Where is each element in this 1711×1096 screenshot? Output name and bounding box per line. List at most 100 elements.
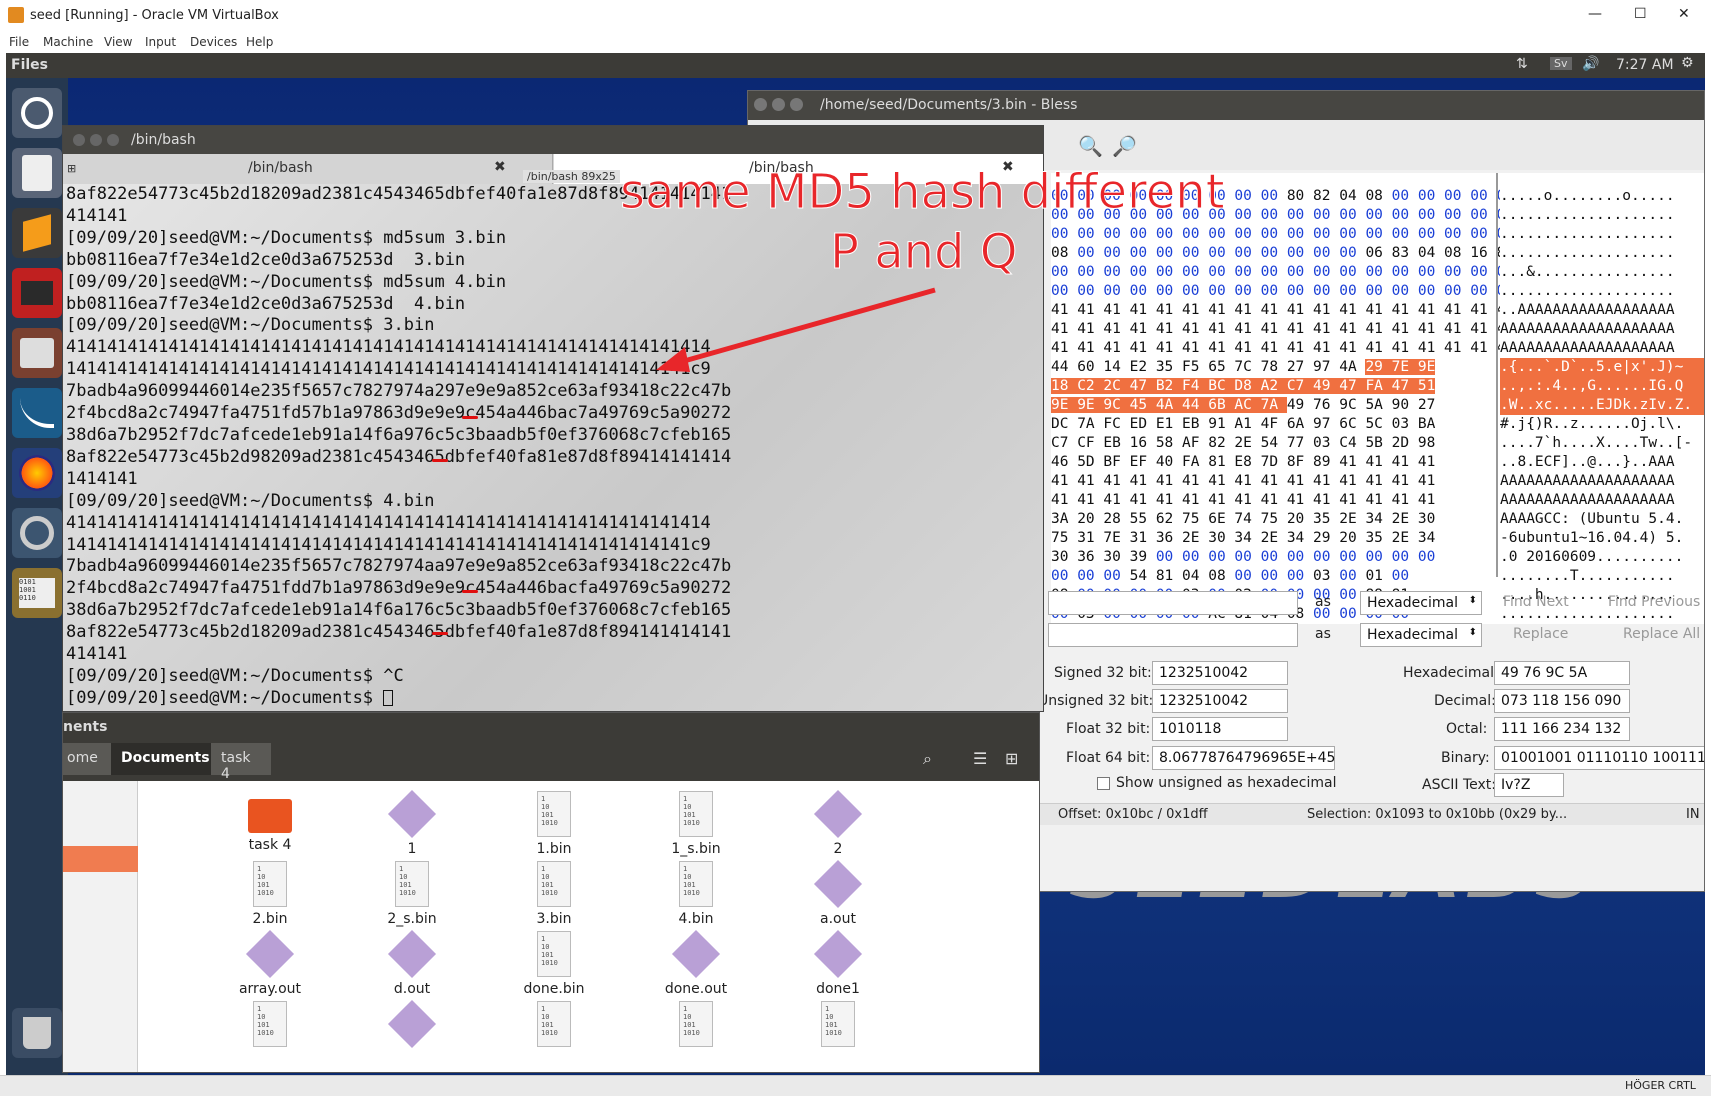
octal-field[interactable]: 111 166 234 132 xyxy=(1494,717,1630,741)
firefox-icon[interactable] xyxy=(12,448,62,498)
hex-row[interactable]: DC 7A FC ED E1 EB 91 A1 4F 6A 97 6C 5C 0… xyxy=(1051,415,1514,434)
settings-gear-icon[interactable]: ⚙ xyxy=(1681,55,1694,71)
ascii-row[interactable]: #.j{)R..z......Oj.l\. xyxy=(1500,415,1704,434)
hex-row[interactable]: 41 41 41 41 41 41 41 41 41 41 41 41 41 4… xyxy=(1051,491,1514,510)
list-view-icon[interactable]: ☰ xyxy=(973,749,987,768)
ascii-row[interactable]: .W..xc.....EJDk.zIv.Z. xyxy=(1500,396,1704,415)
file-item[interactable]: d.out xyxy=(357,929,467,997)
ascii-row[interactable]: -6ubuntu1~16.04.4) 5. xyxy=(1500,529,1704,548)
file-item[interactable]: 1 10 101 1010 1_s.bin xyxy=(641,791,751,857)
panel-clock[interactable]: 7:27 AM xyxy=(1616,57,1674,73)
ascii-row[interactable]: AAAAGCC: (Ubuntu 5.4. xyxy=(1500,510,1704,529)
file-item[interactable]: 1 10 101 1010 2_s.bin xyxy=(357,861,467,927)
sublime-text-icon[interactable] xyxy=(12,208,62,258)
close-button[interactable]: ✕ xyxy=(1678,6,1690,22)
bless-hex-editor-icon[interactable]: 0101 1001 0110 xyxy=(12,568,62,618)
hex-row[interactable]: C7 CF EB 16 58 AF 82 2E 54 77 03 C4 5B 2… xyxy=(1051,434,1514,453)
ubuntu-dash-icon[interactable] xyxy=(12,88,62,138)
hex-row[interactable]: 18 C2 2C 47 B2 F4 BC D8 A2 C7 49 47 FA 4… xyxy=(1051,377,1514,396)
terminal-tab-1[interactable]: ⊞ /bin/bash ✖ xyxy=(63,154,553,184)
menu-input[interactable]: Input xyxy=(145,35,176,49)
system-settings-icon[interactable] xyxy=(12,508,62,558)
file-item[interactable]: 1 10 101 1010 1.bin xyxy=(499,791,609,857)
file-item[interactable]: done.out xyxy=(641,929,751,997)
tab-menu-icon[interactable]: ⊞ xyxy=(67,162,76,175)
file-item[interactable]: 1 10 101 1010 3.bin xyxy=(499,861,609,927)
replace-all-button[interactable]: Replace All xyxy=(1623,626,1700,642)
close-icon[interactable] xyxy=(73,134,85,146)
ascii-row[interactable]: AAAAAAAAAAAAAAAAAAAA xyxy=(1500,472,1704,491)
ascii-row[interactable]: ...&................ xyxy=(1500,263,1704,282)
decimal-field[interactable]: 073 118 156 090 xyxy=(1494,689,1630,713)
wireshark-icon[interactable] xyxy=(12,388,62,438)
menu-help[interactable]: Help xyxy=(246,35,273,49)
hex-row[interactable]: 75 31 7E 31 36 2E 30 34 2E 34 29 20 35 2… xyxy=(1051,529,1514,548)
maximize-button[interactable]: ☐ xyxy=(1634,6,1647,22)
menu-devices[interactable]: Devices xyxy=(190,35,237,49)
close-tab-icon[interactable]: ✖ xyxy=(494,159,506,175)
ascii-row[interactable]: ..AAAAAAAAAAAAAAAAAA xyxy=(1500,301,1704,320)
breadcrumb-task4[interactable]: task 4 xyxy=(211,743,271,782)
minimize-button[interactable]: — xyxy=(1588,6,1602,22)
breadcrumb-documents[interactable]: Documents xyxy=(111,743,211,775)
breadcrumb-home[interactable]: ome xyxy=(63,743,111,775)
file-item[interactable]: task 4 xyxy=(215,791,325,853)
file-item[interactable]: 1 10 101 1010 xyxy=(783,1001,893,1051)
float64-field[interactable]: 8.06778764796965E+45 xyxy=(1152,746,1335,770)
file-item[interactable]: 1 10 101 1010 2.bin xyxy=(215,861,325,927)
maximize-icon[interactable] xyxy=(107,134,119,146)
ascii-row[interactable]: ....7`h....X....Tw..[- xyxy=(1500,434,1704,453)
hex-row[interactable]: 9E 9E 9C 45 4A 44 6B AC 7A 49 76 9C 5A 9… xyxy=(1051,396,1514,415)
file-item[interactable]: 1 xyxy=(357,789,467,857)
keyboard-layout[interactable]: Sv xyxy=(1550,57,1572,70)
ascii-row[interactable]: .................... xyxy=(1500,225,1704,244)
ascii-row[interactable]: AAAAAAAAAAAAAAAAAAAA xyxy=(1500,320,1704,339)
file-item[interactable] xyxy=(357,999,467,1051)
ascii-grid[interactable]: .....o........o.........................… xyxy=(1500,187,1704,624)
hex-row[interactable]: 30 36 30 39 00 00 00 00 00 00 00 00 00 0… xyxy=(1051,548,1514,567)
ascii-row[interactable]: ........T........... xyxy=(1500,567,1704,586)
ascii-row[interactable]: ..8.ECF]..@...}..AAA xyxy=(1500,453,1704,472)
float32-field[interactable]: 1010118 xyxy=(1152,717,1288,741)
hex-row[interactable]: 41 41 41 41 41 41 41 41 41 41 41 41 41 4… xyxy=(1051,339,1514,358)
ascii-row[interactable]: .{...`.D`..5.e|x'.J)~ xyxy=(1500,358,1704,377)
file-item[interactable]: 2 xyxy=(783,789,893,857)
find-icon[interactable]: 🔍 xyxy=(1078,134,1103,158)
text-editor-icon[interactable] xyxy=(12,148,62,198)
ascii-row[interactable]: .....o........o..... xyxy=(1500,187,1704,206)
hex-row[interactable]: 3A 20 28 55 62 75 6E 74 75 20 35 2E 34 2… xyxy=(1051,510,1514,529)
file-item[interactable]: a.out xyxy=(783,859,893,927)
menu-file[interactable]: File xyxy=(9,35,29,49)
unsigned32-field[interactable]: 1232510042 xyxy=(1152,689,1288,713)
ascii-row[interactable]: .................... xyxy=(1500,206,1704,225)
maximize-icon[interactable] xyxy=(790,98,803,111)
hex-row[interactable]: 44 60 14 E2 35 F5 65 7C 78 27 97 4A 29 7… xyxy=(1051,358,1514,377)
volume-icon[interactable]: 🔊 xyxy=(1582,56,1599,72)
hex-field[interactable]: 49 76 9C 5A xyxy=(1494,661,1630,685)
ascii-row[interactable]: AAAAAAAAAAAAAAAAAAAA xyxy=(1500,491,1704,510)
minimize-icon[interactable] xyxy=(772,98,785,111)
file-item[interactable]: array.out xyxy=(215,929,325,997)
ascii-row[interactable]: .................... xyxy=(1500,244,1704,263)
menu-machine[interactable]: Machine xyxy=(43,35,93,49)
file-item[interactable]: done1 xyxy=(783,929,893,997)
ascii-row[interactable]: ..,.:.4..,G......IG.Q xyxy=(1500,377,1704,396)
ascii-field[interactable]: Iv?Z xyxy=(1494,773,1564,797)
hex-row[interactable]: 00 00 00 54 81 04 08 00 00 00 03 00 01 0… xyxy=(1051,567,1514,586)
trash-icon[interactable] xyxy=(12,1008,62,1058)
find-input[interactable] xyxy=(1048,591,1298,615)
replace-format-select[interactable]: Hexadecimal ⬍ xyxy=(1360,623,1482,647)
file-item[interactable]: 1 10 101 1010 4.bin xyxy=(641,861,751,927)
file-item[interactable]: 1 10 101 1010 xyxy=(215,1001,325,1051)
grid-view-icon[interactable]: ⊞ xyxy=(1005,749,1018,768)
file-item[interactable]: 1 10 101 1010 xyxy=(641,1001,751,1051)
find-format-select[interactable]: Hexadecimal ⬍ xyxy=(1360,591,1482,615)
file-item[interactable]: 1 10 101 1010 xyxy=(499,1001,609,1051)
menu-view[interactable]: View xyxy=(104,35,132,49)
ascii-row[interactable]: AAAAAAAAAAAAAAAAAAAA xyxy=(1500,339,1704,358)
binary-field[interactable]: 01001001 01110110 10011100 0 xyxy=(1494,746,1704,770)
file-item[interactable]: 1 10 101 1010 done.bin xyxy=(499,931,609,997)
find-next-button[interactable]: Find Next xyxy=(1503,594,1569,610)
search-icon[interactable]: ⌕ xyxy=(923,749,932,769)
find-replace-icon[interactable]: 🔎 xyxy=(1112,134,1137,158)
